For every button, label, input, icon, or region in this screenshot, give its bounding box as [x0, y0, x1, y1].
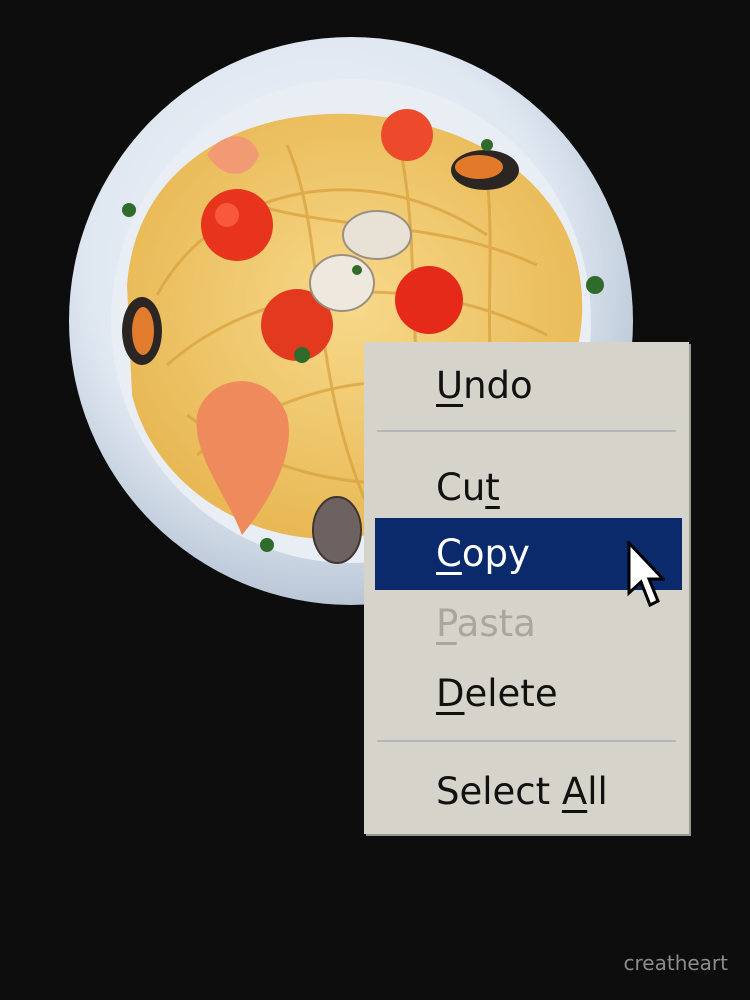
menu-item-accelerator-key: t [485, 466, 500, 509]
menu-item-accelerator-key: P [436, 602, 457, 645]
menu-item-label: Select [436, 770, 562, 813]
menu-item-accelerator-key: A [561, 770, 588, 813]
mouse-pointer-icon [627, 541, 665, 608]
menu-item-accelerator-key: U [436, 364, 464, 407]
menu-item-select-all[interactable]: Select All [364, 756, 689, 828]
menu-item-label: elete [464, 672, 558, 715]
menu-item-label: ll [587, 770, 608, 813]
menu-item-accelerator-key: C [436, 532, 462, 575]
menu-separator [377, 740, 676, 742]
menu-item-accelerator-key: D [436, 672, 465, 715]
menu-separator [377, 430, 676, 432]
artist-watermark: creatheart [623, 951, 728, 975]
menu-item-undo[interactable]: Undo [364, 350, 689, 422]
menu-item-label: opy [461, 532, 530, 575]
menu-item-label: asta [456, 602, 536, 645]
menu-item-cut[interactable]: Cut [364, 452, 689, 524]
menu-item-delete[interactable]: Delete [364, 658, 689, 730]
menu-item-label: Cu [436, 466, 486, 509]
menu-item-label: ndo [463, 364, 533, 407]
